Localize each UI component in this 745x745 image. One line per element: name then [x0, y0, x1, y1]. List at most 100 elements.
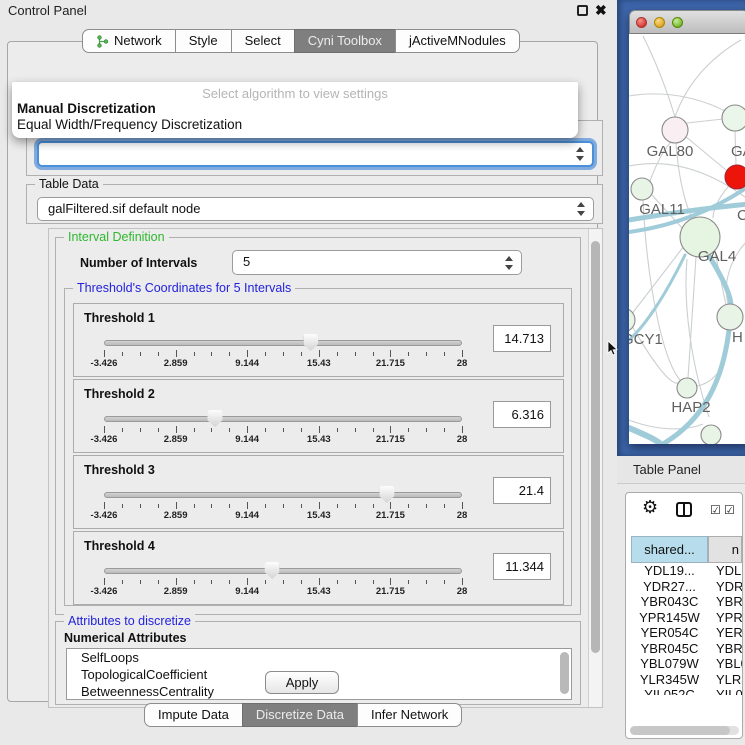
- tick-mark: [122, 428, 123, 432]
- table-data-combobox[interactable]: galFiltered.sif default node: [37, 197, 594, 221]
- node-selected-red[interactable]: [725, 165, 745, 189]
- tick-mark: [301, 580, 302, 584]
- cell[interactable]: YBL0: [708, 656, 742, 672]
- tick-mark: [283, 428, 284, 432]
- column-header-shared[interactable]: shared...: [631, 536, 708, 563]
- tick-mark: [373, 352, 374, 356]
- cell[interactable]: YBR0: [708, 641, 742, 657]
- algorithm-combobox[interactable]: [37, 141, 594, 167]
- threshold-4-value-field[interactable]: 11.344: [493, 553, 551, 580]
- tab-label: Network: [114, 30, 162, 52]
- node-gal80[interactable]: [662, 117, 688, 143]
- slider-track[interactable]: [104, 568, 462, 574]
- node[interactable]: [722, 105, 745, 131]
- list-item[interactable]: SelfLoops: [67, 649, 571, 666]
- tick-mark: [283, 504, 284, 508]
- slider-handle[interactable]: [265, 562, 280, 579]
- slider-track[interactable]: [104, 492, 462, 498]
- node-gal11[interactable]: [631, 178, 653, 200]
- tab-discretize-data[interactable]: Discretize Data: [242, 703, 358, 727]
- scrollbar-thumb[interactable]: [591, 241, 600, 653]
- cell[interactable]: YER0: [708, 625, 742, 641]
- tick-label: 9.144: [235, 358, 259, 369]
- table-row[interactable]: YLR345WYLR3: [631, 672, 742, 688]
- slider-track[interactable]: [104, 340, 462, 346]
- network-window[interactable]: GAL80 GA C GAL11 GAL4 GCY1 H HAP2: [629, 10, 745, 444]
- tab-select[interactable]: Select: [231, 29, 295, 53]
- cell[interactable]: YBR043C: [631, 594, 708, 610]
- tick-mark: [373, 580, 374, 584]
- thresholds-group: Threshold's Coordinates for 5 Intervals …: [64, 288, 572, 606]
- close-traffic-light-icon[interactable]: [636, 17, 647, 28]
- gear-icon[interactable]: ⚙: [642, 497, 658, 518]
- table-header-row: shared... n: [631, 536, 742, 563]
- cell[interactable]: YPR145W: [631, 610, 708, 626]
- table-row[interactable]: YBR043CYBR0: [631, 594, 742, 610]
- cell[interactable]: YER054C: [631, 625, 708, 641]
- popup-option-manual-discretization[interactable]: Manual Discretization: [17, 101, 156, 116]
- tick-mark: [176, 502, 177, 509]
- float-window-icon[interactable]: [577, 5, 588, 16]
- network-window-titlebar[interactable]: [629, 10, 745, 34]
- cell[interactable]: YLR3: [708, 672, 742, 688]
- list-scrollbar[interactable]: [560, 652, 569, 694]
- tick-mark: [194, 352, 195, 356]
- minimize-traffic-light-icon[interactable]: [654, 17, 665, 28]
- table-row[interactable]: YBL079WYBL0: [631, 656, 742, 672]
- cell[interactable]: YDR27...: [631, 579, 708, 595]
- zoom-traffic-light-icon[interactable]: [672, 17, 683, 28]
- slider-ticks: [104, 426, 462, 434]
- split-columns-icon[interactable]: [676, 502, 692, 517]
- tab-jactivemnodules[interactable]: jActiveMNodules: [395, 29, 520, 53]
- node-hap2[interactable]: [677, 378, 697, 398]
- slider-track[interactable]: [104, 416, 462, 422]
- cell[interactable]: YLR345W: [631, 672, 708, 688]
- tab-infer-network[interactable]: Infer Network: [357, 703, 462, 727]
- cell[interactable]: YIL0: [708, 687, 742, 695]
- cell[interactable]: YBR0: [708, 594, 742, 610]
- table-body: YDL19...YDL1 YDR27...YDR2 YBR043CYBR0 YP…: [631, 563, 742, 695]
- table-row[interactable]: YER054CYER0: [631, 625, 742, 641]
- cell[interactable]: YPR1: [708, 610, 742, 626]
- cell[interactable]: YDR2: [708, 579, 742, 595]
- table-row[interactable]: YIL052CYIL0: [631, 687, 742, 695]
- cell[interactable]: YBR045C: [631, 641, 708, 657]
- column-header-name[interactable]: n: [708, 536, 742, 563]
- cell[interactable]: YIL052C: [631, 687, 708, 695]
- table-row[interactable]: YPR145WYPR1: [631, 610, 742, 626]
- tick-mark: [390, 502, 391, 509]
- table-panel-titlebar: Table Panel: [617, 456, 745, 484]
- network-graph: GAL80 GA C GAL11 GAL4 GCY1 H HAP2: [629, 34, 745, 444]
- checkbox-icon[interactable]: ☑: [710, 503, 721, 517]
- slider-handle[interactable]: [303, 334, 318, 351]
- number-of-intervals-combobox[interactable]: 5: [232, 250, 522, 275]
- tab-style[interactable]: Style: [175, 29, 232, 53]
- slider-handle[interactable]: [207, 410, 222, 427]
- vertical-scrollbar[interactable]: [588, 229, 602, 707]
- threshold-1-value-field[interactable]: 14.713: [493, 325, 551, 352]
- table-row[interactable]: YDR27...YDR2: [631, 579, 742, 595]
- tab-impute-data[interactable]: Impute Data: [144, 703, 243, 727]
- table-row[interactable]: YDL19...YDL1: [631, 563, 742, 579]
- cell[interactable]: YDL19...: [631, 563, 708, 579]
- checkbox-icon[interactable]: ☑: [724, 503, 735, 517]
- horizontal-scrollbar[interactable]: [630, 726, 739, 735]
- apply-button[interactable]: Apply: [265, 671, 339, 694]
- table-row[interactable]: YBR045CYBR0: [631, 641, 742, 657]
- close-icon[interactable]: ✖: [595, 2, 607, 19]
- threshold-2-value-field[interactable]: 6.316: [493, 401, 551, 428]
- node-h[interactable]: [717, 304, 743, 330]
- cell[interactable]: YBL079W: [631, 656, 708, 672]
- tick-mark: [229, 580, 230, 584]
- tab-cyni-toolbox[interactable]: Cyni Toolbox: [294, 29, 396, 53]
- cell[interactable]: YDL1: [708, 563, 742, 579]
- slider-handle[interactable]: [379, 486, 394, 503]
- threshold-3-value-field[interactable]: 21.4: [493, 477, 551, 504]
- network-canvas[interactable]: GAL80 GA C GAL11 GAL4 GCY1 H HAP2: [629, 34, 745, 444]
- scrollbar-thumb[interactable]: [630, 726, 730, 735]
- tick-mark: [301, 504, 302, 508]
- node[interactable]: [701, 425, 721, 444]
- popup-option-equal-width[interactable]: Equal Width/Frequency Discretization: [17, 117, 242, 132]
- tick-mark: [301, 428, 302, 432]
- tab-network[interactable]: Network: [82, 29, 176, 53]
